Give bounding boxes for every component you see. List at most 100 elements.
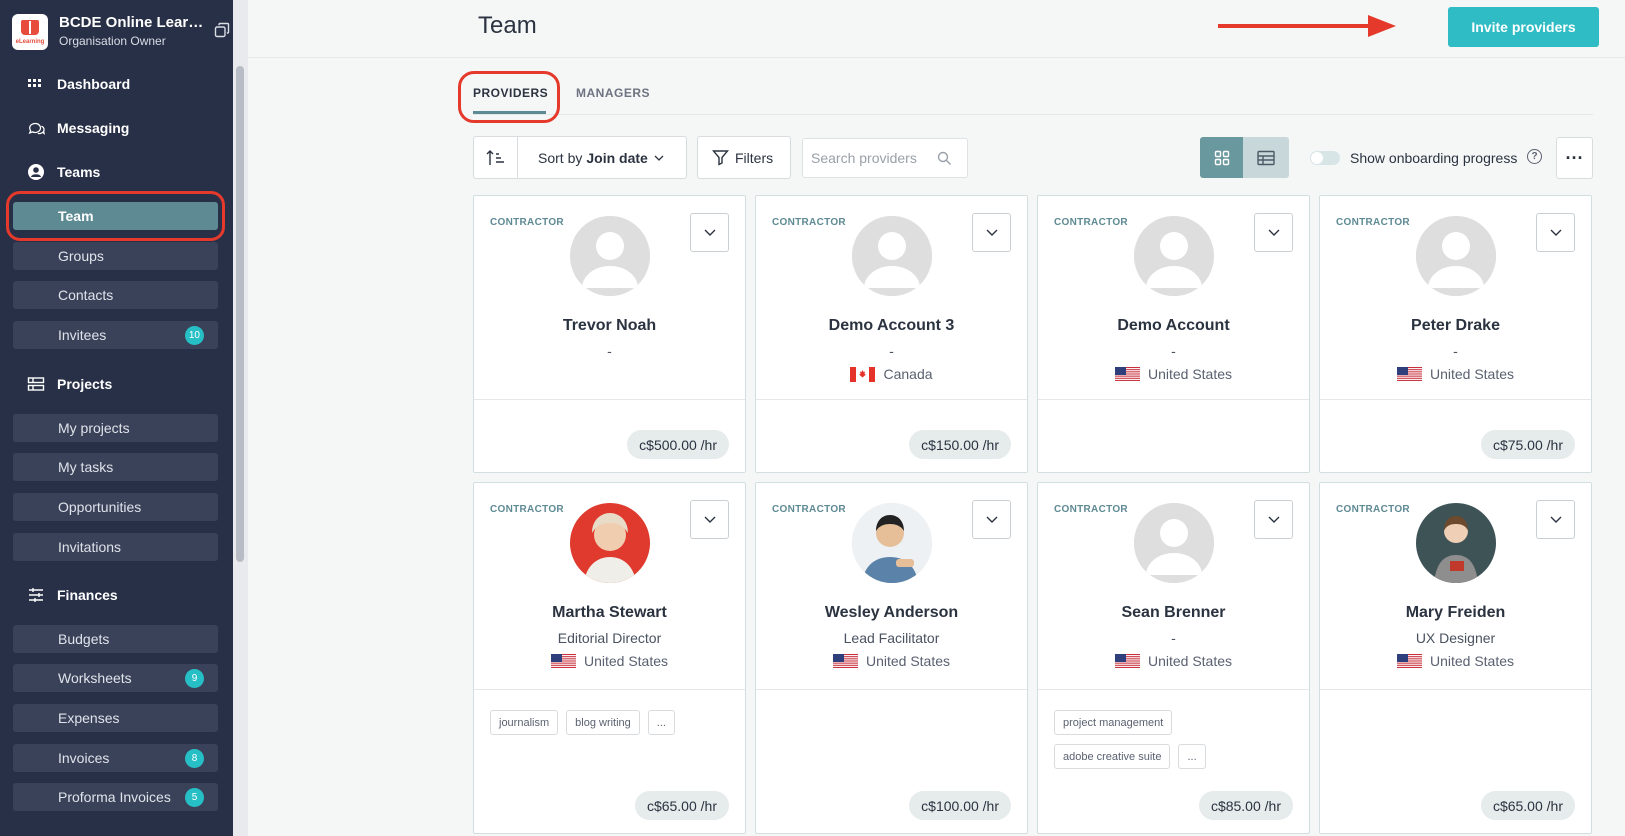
skill-tag[interactable]: blog writing	[566, 710, 640, 735]
card-menu-button[interactable]	[1254, 213, 1293, 252]
help-icon[interactable]: ?	[1527, 149, 1542, 164]
card-menu-button[interactable]	[690, 500, 729, 539]
search-container	[802, 138, 968, 178]
default-avatar-icon	[852, 216, 932, 296]
provider-name[interactable]: Wesley Anderson	[756, 604, 1027, 622]
avatar[interactable]	[852, 503, 932, 583]
org-switcher[interactable]: eLearning BCDE Online Learning Organisat…	[12, 12, 234, 52]
worksheets-count-badge: 9	[185, 669, 204, 688]
nav-my-tasks[interactable]: My tasks	[13, 453, 218, 481]
proforma-count-badge: 5	[185, 788, 204, 807]
avatar[interactable]	[570, 503, 650, 583]
provider-card[interactable]: CONTRACTOR Martha Stewart Editorial Dire…	[473, 482, 746, 834]
provider-card[interactable]: CONTRACTOR Sean Brenner - United States …	[1037, 482, 1310, 834]
provider-name[interactable]: Trevor Noah	[474, 317, 745, 335]
invite-providers-button[interactable]: Invite providers	[1448, 7, 1599, 47]
provider-card[interactable]: CONTRACTOR Wesley Anderson Lead Facilita…	[755, 482, 1028, 834]
provider-card[interactable]: CONTRACTOR Trevor Noah - c$500.00 /hr	[473, 195, 746, 473]
avatar[interactable]	[1134, 216, 1214, 296]
provider-card[interactable]: CONTRACTOR Mary Freiden UX Designer Unit…	[1319, 482, 1592, 834]
provider-location: United States	[756, 653, 1027, 669]
provider-card[interactable]: CONTRACTOR Demo Account 3 - Canada c$150…	[755, 195, 1028, 473]
provider-type: CONTRACTOR	[490, 504, 564, 515]
grid-view-button[interactable]	[1200, 137, 1243, 178]
skill-tag[interactable]: project management	[1054, 710, 1173, 735]
skill-tag[interactable]: adobe creative suite	[1054, 744, 1171, 769]
provider-card[interactable]: CONTRACTOR Peter Drake - United States c…	[1319, 195, 1592, 473]
provider-title: -	[1171, 630, 1176, 646]
default-avatar-icon	[1134, 503, 1214, 583]
nav-my-projects[interactable]: My projects	[13, 414, 218, 442]
user-circle-icon	[26, 162, 46, 182]
nav-projects[interactable]: Projects	[26, 372, 112, 396]
card-menu-button[interactable]	[690, 213, 729, 252]
skill-tag[interactable]: ...	[647, 710, 675, 735]
card-menu-button[interactable]	[1536, 500, 1575, 539]
provider-location: United States	[1320, 366, 1591, 382]
nav-expenses[interactable]: Expenses	[13, 704, 218, 732]
nav-worksheets[interactable]: Worksheets 9	[13, 664, 218, 692]
provider-name[interactable]: Martha Stewart	[474, 604, 745, 622]
switch-org-icon[interactable]	[214, 22, 230, 38]
avatar[interactable]	[570, 216, 650, 296]
nav-contacts[interactable]: Contacts	[13, 281, 218, 309]
provider-title: -	[1453, 343, 1458, 359]
sidebar-scrollbar[interactable]	[236, 66, 244, 562]
card-divider	[1320, 689, 1591, 690]
highlight-ring-team	[6, 191, 225, 241]
onboarding-toggle[interactable]	[1310, 151, 1340, 165]
provider-title: -	[889, 343, 894, 359]
provider-name[interactable]: Demo Account 3	[756, 317, 1027, 335]
skill-tag[interactable]: ...	[1178, 744, 1206, 769]
country-name: United States	[1147, 653, 1233, 669]
provider-type: CONTRACTOR	[490, 217, 564, 228]
hourly-rate-badge: c$100.00 /hr	[909, 791, 1011, 820]
nav-finances[interactable]: Finances	[26, 583, 118, 607]
chevron-down-icon	[704, 229, 715, 236]
nav-groups[interactable]: Groups	[13, 242, 218, 270]
nav-messaging[interactable]: Messaging	[26, 116, 129, 140]
page-title: Team	[478, 12, 537, 39]
nav-opportunities[interactable]: Opportunities	[13, 493, 218, 521]
avatar[interactable]	[1416, 216, 1496, 296]
nav-invitees[interactable]: Invitees 10	[13, 321, 218, 349]
chevron-down-icon	[1550, 516, 1561, 523]
sort-direction-button[interactable]	[473, 136, 518, 179]
nav-dashboard[interactable]: Dashboard	[26, 72, 130, 96]
provider-type: CONTRACTOR	[1054, 504, 1128, 515]
sort-select[interactable]: Sort by Join date	[517, 136, 687, 179]
org-logo-text: eLearning	[15, 39, 45, 45]
nav-budgets[interactable]: Budgets	[13, 625, 218, 653]
filters-button[interactable]: Filters	[697, 136, 791, 179]
card-menu-button[interactable]	[1536, 213, 1575, 252]
sidebar: eLearning BCDE Online Learning Organisat…	[0, 0, 248, 836]
provider-name[interactable]: Mary Freiden	[1320, 604, 1591, 622]
nav-invitations[interactable]: Invitations	[13, 533, 218, 561]
tab-managers[interactable]: MANAGERS	[576, 86, 650, 100]
tabs-divider	[473, 114, 1593, 115]
card-menu-button[interactable]	[972, 500, 1011, 539]
country-name: United States	[1429, 366, 1515, 382]
provider-location: Canada	[756, 366, 1027, 382]
provider-name[interactable]: Demo Account	[1038, 317, 1309, 335]
provider-title: -	[1171, 343, 1176, 359]
nav-invoices[interactable]: Invoices 8	[13, 744, 218, 772]
nav-teams[interactable]: Teams	[26, 160, 100, 184]
search-input[interactable]	[811, 150, 937, 166]
avatar[interactable]	[852, 216, 932, 296]
table-view-button[interactable]	[1243, 137, 1289, 178]
nav-proforma-invoices[interactable]: Proforma Invoices 5	[13, 783, 218, 811]
provider-name[interactable]: Sean Brenner	[1038, 604, 1309, 622]
more-options-button[interactable]: ···	[1556, 137, 1593, 179]
provider-name[interactable]: Peter Drake	[1320, 317, 1591, 335]
skill-tag[interactable]: journalism	[490, 710, 559, 735]
provider-card[interactable]: CONTRACTOR Demo Account - United States	[1037, 195, 1310, 473]
country-name: United States	[1429, 653, 1515, 669]
avatar[interactable]	[1134, 503, 1214, 583]
card-menu-button[interactable]	[1254, 500, 1293, 539]
avatar-photo	[570, 503, 650, 583]
card-menu-button[interactable]	[972, 213, 1011, 252]
avatar[interactable]	[1416, 503, 1496, 583]
default-avatar-icon	[1416, 216, 1496, 296]
provider-type: CONTRACTOR	[1054, 217, 1128, 228]
